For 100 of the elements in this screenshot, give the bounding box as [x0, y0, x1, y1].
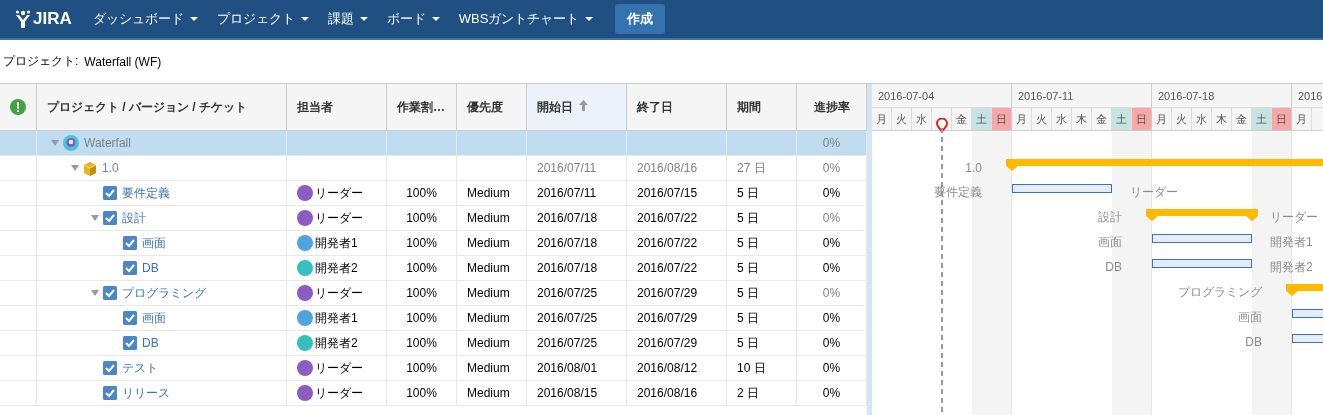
bar-assignee: 開発者2	[1270, 259, 1313, 276]
table-cell: Medium	[467, 311, 510, 325]
table-cell: 2016/07/22	[637, 211, 698, 225]
table-cell: 2 日	[737, 384, 759, 402]
table-cell: 0%	[822, 336, 841, 350]
table-cell: 2016/07/18	[537, 261, 598, 275]
column-header[interactable]: 担当者	[287, 84, 387, 130]
nav-menu[interactable]: WBSガントチャート	[449, 4, 603, 34]
table-cell: 0%	[822, 386, 841, 400]
table-row[interactable]: 1.0 2016/07/11 2016/08/16 27 日 0%	[0, 156, 867, 181]
table-cell: 0%	[822, 361, 841, 375]
assignee-name: リーダー	[315, 284, 363, 302]
assignee-name: 開発者1	[315, 234, 358, 252]
assignee-name: 開発者2	[315, 259, 358, 277]
table-cell: 2016/07/11	[537, 186, 597, 200]
assignee-name: リーダー	[315, 359, 363, 377]
table-cell: 10 日	[737, 359, 766, 377]
task-bar[interactable]	[1152, 234, 1252, 243]
table-cell: 2016/07/29	[637, 311, 698, 325]
issue-link[interactable]: 画面	[142, 309, 166, 327]
day-cell: 水	[912, 108, 932, 130]
table-cell: Medium	[467, 186, 510, 200]
table-cell: 2016/07/22	[637, 236, 698, 250]
task-check-icon	[103, 386, 117, 400]
task-check-icon	[103, 186, 117, 200]
table-cell: 2016/08/12	[637, 361, 698, 375]
table-row[interactable]: 設計 リーダー 100% Medium 2016/07/18 2016/07/22 5 日 0%	[0, 206, 867, 231]
table-cell: 100%	[406, 261, 437, 275]
issue-link[interactable]: 設計	[122, 209, 146, 227]
table-cell: 2016/08/15	[537, 386, 598, 400]
table-cell: 2016/08/01	[537, 361, 598, 375]
nav-menu[interactable]: ボード	[377, 4, 449, 34]
saturday-cell: 土	[1252, 108, 1272, 130]
table-row[interactable]: テスト リーダー 100% Medium 2016/08/01 2016/08/12 10 日 0%	[0, 356, 867, 381]
caret-icon	[431, 17, 440, 21]
sort-up-icon	[579, 100, 588, 111]
bar-assignee: 開発者1	[1270, 234, 1313, 251]
column-header[interactable]: 期間	[727, 84, 797, 130]
issue-link[interactable]: 要件定義	[122, 184, 170, 202]
issue-link[interactable]: DB	[142, 336, 159, 350]
table-cell: Medium	[467, 261, 510, 275]
column-header[interactable]: 作業割…	[387, 84, 457, 130]
table-cell: 2016/07/11	[537, 161, 597, 175]
table-cell: 0%	[822, 136, 841, 150]
table-row[interactable]: プログラミング リーダー 100% Medium 2016/07/25 2016/07/29 5 日 0%	[0, 281, 867, 306]
task-bar[interactable]	[1152, 259, 1252, 268]
issue-link[interactable]: リリース	[122, 384, 170, 402]
table-cell: 2016/08/16	[637, 161, 698, 175]
caret-icon	[300, 17, 309, 21]
table-cell: Medium	[467, 236, 510, 250]
table-row[interactable]: リリース リーダー 100% Medium 2016/08/15 2016/08/16 2 日 0%	[0, 381, 867, 406]
tree-item-name[interactable]: 1.0	[102, 161, 119, 175]
table-cell: Medium	[467, 286, 510, 300]
sunday-cell: 日	[1272, 108, 1292, 130]
task-bar[interactable]	[1012, 184, 1112, 193]
table-cell: 0%	[822, 261, 841, 275]
column-header[interactable]: 進捗率	[797, 84, 867, 130]
table-cell: 2016/07/25	[537, 311, 598, 325]
table-cell: 100%	[406, 386, 437, 400]
table-cell: 100%	[406, 186, 437, 200]
week-label: 2016-07-11	[1018, 89, 1074, 102]
issue-link[interactable]: テスト	[122, 359, 158, 377]
project-name: Waterfall (WF)	[84, 54, 162, 69]
task-check-icon	[123, 236, 137, 250]
day-cell: 火	[892, 108, 912, 130]
bar-label: DB	[1105, 259, 1122, 276]
table-cell: 0%	[822, 236, 841, 250]
caret-icon	[189, 17, 198, 21]
bar-assignee: リーダー	[1270, 209, 1318, 226]
nav-menu[interactable]: ダッシュボード	[83, 4, 207, 34]
table-cell: 100%	[406, 311, 437, 325]
table-row[interactable]: 要件定義 リーダー 100% Medium 2016/07/11 2016/07/15 5 日 0%	[0, 181, 867, 206]
column-header[interactable]: プロジェクト / バージョン / チケット	[37, 84, 287, 130]
summary-bar[interactable]	[1146, 209, 1258, 221]
table-cell: 0%	[822, 161, 841, 175]
table-cell: 5 日	[737, 309, 759, 327]
table-row[interactable]: DB 開発者2 100% Medium 2016/07/25 2016/07/29 5 日 0%	[0, 331, 867, 356]
column-header[interactable]: 開始日	[527, 84, 627, 130]
issue-link[interactable]: DB	[142, 261, 159, 275]
nav-menu[interactable]: プロジェクト	[207, 4, 318, 34]
logo-text[interactable]: JIRA	[33, 9, 72, 29]
issue-link[interactable]: プログラミング	[122, 284, 206, 302]
table-row[interactable]: 画面 開発者1 100% Medium 2016/07/25 2016/07/29 5 日 0%	[0, 306, 867, 331]
table-cell: 0%	[822, 211, 841, 225]
day-cell: 火	[1032, 108, 1052, 130]
table-cell: 5 日	[737, 284, 759, 302]
day-cell: 月	[1012, 108, 1032, 130]
table-row[interactable]: DB 開発者2 100% Medium 2016/07/18 2016/07/22 5 日 0%	[0, 256, 867, 281]
day-cell: 月	[1152, 108, 1172, 130]
day-cell: 月	[1292, 108, 1312, 130]
issue-link[interactable]: 画面	[142, 234, 166, 252]
nav-menu[interactable]: 課題	[318, 4, 377, 34]
table-cell: 5 日	[737, 234, 759, 252]
caret-icon	[585, 17, 594, 21]
table-row[interactable]: 画面 開発者1 100% Medium 2016/07/18 2016/07/22 5 日 0%	[0, 231, 867, 256]
day-cell: 木	[1072, 108, 1092, 130]
project-label: プロジェクト:	[3, 53, 79, 70]
column-header[interactable]: 終了日	[627, 84, 727, 130]
table-cell: Medium	[467, 386, 510, 400]
create-button[interactable]: 作成	[615, 4, 666, 34]
